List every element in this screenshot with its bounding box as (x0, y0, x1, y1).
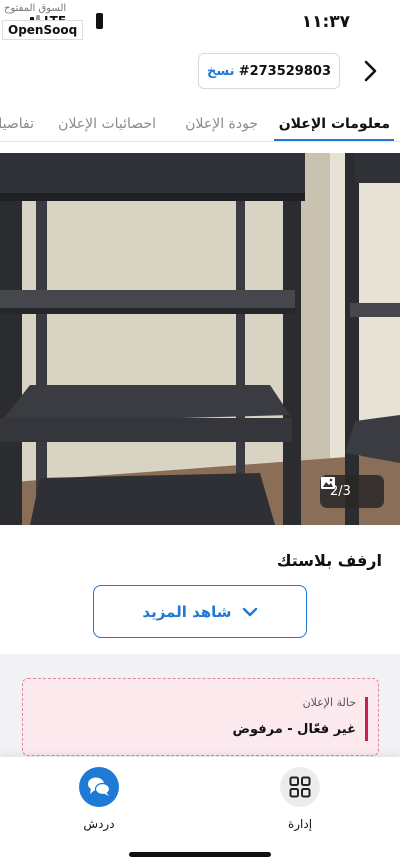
ad-status-value: غير فعّال - مرفوض (232, 722, 356, 737)
status-bar: السوق المفتوح LTE OpenSooq ١١:٣٧ (0, 0, 400, 46)
tab-bar: معلومات الإعلان جودة الإعلان احصائيات ال… (0, 106, 400, 142)
watermark-text: السوق المفتوح (4, 3, 67, 14)
chevron-down-icon (242, 607, 257, 616)
tab-ad-info[interactable]: معلومات الإعلان (279, 116, 390, 132)
shelf-photo-illustration (0, 153, 400, 525)
opensooq-logo: OpenSooq (2, 20, 84, 40)
home-indicator (129, 852, 271, 857)
tab-details[interactable]: تفاصيل (0, 116, 34, 132)
chevron-right-icon (364, 60, 377, 82)
top-header: نسخ #273529803 (0, 46, 400, 98)
manage-button[interactable]: إدارة (260, 767, 340, 837)
battery-icon (96, 13, 103, 29)
manage-label: إدارة (287, 817, 313, 831)
image-icon (321, 477, 335, 489)
listing-title: ارفف بلاستك (276, 551, 382, 570)
see-more-button[interactable]: شاهد المزيد (93, 585, 307, 638)
ad-id-pill[interactable]: نسخ #273529803 (198, 53, 340, 89)
active-tab-indicator (274, 139, 394, 141)
back-button[interactable] (356, 56, 384, 86)
status-time: ١١:٣٧ (301, 12, 350, 32)
chat-label: دردش (83, 817, 115, 831)
listing-photo[interactable]: 2/3 (0, 153, 400, 525)
manage-icon-circle (280, 767, 320, 807)
see-more-label: شاهد المزيد (142, 602, 232, 621)
grid-icon (289, 776, 311, 798)
ad-status-card: حالة الإعلان غير فعّال - مرفوض (22, 678, 379, 756)
copy-button[interactable]: نسخ (207, 64, 234, 79)
tab-ad-stats[interactable]: احصائيات الإعلان (58, 116, 156, 132)
chat-button[interactable]: دردش (59, 767, 139, 837)
status-accent-bar (365, 697, 368, 741)
ad-status-section: حالة الإعلان غير فعّال - مرفوض (0, 654, 400, 766)
ad-id: #273529803 (238, 63, 331, 79)
ad-status-caption: حالة الإعلان (302, 696, 356, 709)
bottom-nav: إدارة دردش (0, 757, 400, 866)
tab-ad-quality[interactable]: جودة الإعلان (185, 116, 258, 132)
chat-bubbles-icon (88, 777, 111, 796)
chat-icon-circle (79, 767, 119, 807)
image-counter: 2/3 (320, 475, 384, 508)
